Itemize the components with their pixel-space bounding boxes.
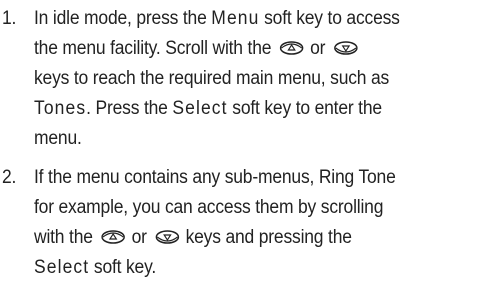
down-scroll-key-icon: [333, 41, 358, 55]
step-number: 2.: [2, 167, 17, 188]
step-text: soft key.: [89, 257, 157, 278]
step-text: soft key to enter the: [227, 98, 382, 119]
select-softkey-label: Select: [34, 257, 90, 278]
step-line: Tones. Press the Select soft key to ente…: [34, 94, 382, 124]
step-line: the menu facility. Scroll with the or: [34, 34, 359, 64]
step-line: for example, you can access them by scro…: [34, 193, 383, 223]
select-softkey-label: Select: [172, 98, 228, 119]
menu-softkey-label: Menu: [211, 8, 260, 29]
step-text: . Press the: [86, 98, 173, 119]
up-scroll-key-icon: [101, 230, 125, 244]
step-text: soft key to access: [259, 8, 400, 29]
tones-menu-label: Tones: [34, 98, 87, 119]
step-text: for example, you can access them by scro…: [34, 197, 384, 218]
step-text: with the: [34, 227, 93, 248]
step-text: keys and pressing the: [185, 227, 352, 248]
step-text: or: [310, 38, 326, 59]
up-scroll-key-icon: [279, 41, 304, 55]
step-line: keys to reach the required main menu, su…: [34, 64, 389, 94]
step-text: If the menu contains any sub-menus, Ring…: [34, 167, 396, 188]
step-line: menu.: [34, 124, 82, 154]
step-text: menu.: [34, 128, 82, 149]
down-scroll-key-icon: [155, 230, 179, 244]
step-text: the menu facility. Scroll with the: [34, 38, 272, 59]
step-line: In idle mode, press the Menu soft key to…: [34, 4, 400, 34]
step-text: keys to reach the required main menu, su…: [34, 68, 390, 89]
step-text: or: [131, 227, 147, 248]
step-line: If the menu contains any sub-menus, Ring…: [34, 163, 396, 193]
step-line: Select soft key.: [34, 253, 156, 283]
step-number: 1.: [2, 8, 17, 29]
step-line: with the or keys and pressing the: [34, 223, 352, 253]
step-text: In idle mode, press the: [34, 8, 212, 29]
